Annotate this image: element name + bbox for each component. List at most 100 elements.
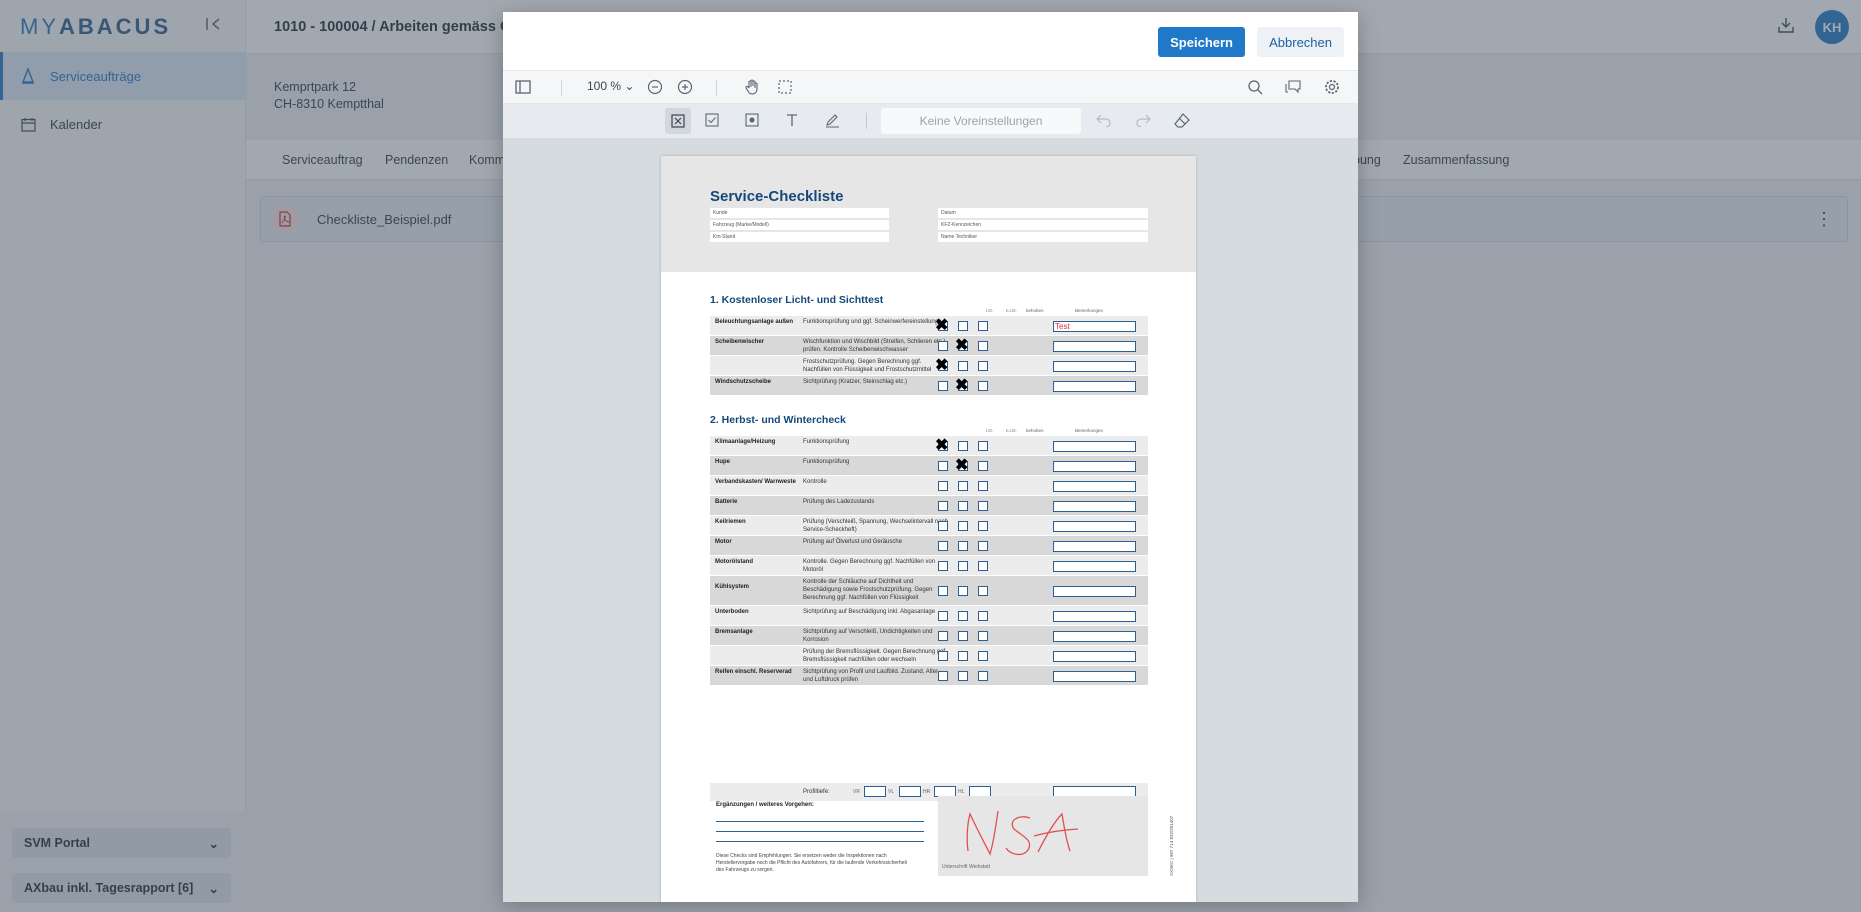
checkbox-behoben[interactable] — [978, 631, 988, 641]
row-description: Prüfung des Ladezustands — [803, 499, 875, 505]
checkbox-nio[interactable] — [958, 671, 968, 681]
eraser-icon[interactable] — [1174, 113, 1190, 128]
checkbox-io[interactable] — [938, 671, 948, 681]
x-checkbox-tool-icon[interactable] — [665, 108, 691, 134]
table-row: Beleuchtungsanlage außen Funktionsprüfung… — [710, 316, 1148, 335]
signature-pen-icon[interactable] — [825, 113, 840, 128]
remark-input[interactable] — [1053, 521, 1136, 532]
checkbox-io[interactable] — [938, 481, 948, 491]
remark-input[interactable] — [1053, 361, 1136, 372]
checkbox-io[interactable] — [938, 631, 948, 641]
checkbox-io[interactable] — [938, 611, 948, 621]
remark-input[interactable] — [1053, 541, 1136, 552]
field-datum[interactable]: Datum — [938, 208, 1148, 218]
checkbox-nio[interactable] — [958, 561, 968, 571]
field-kunde[interactable]: Kunde — [710, 208, 889, 218]
checkbox-io[interactable] — [938, 341, 948, 351]
checkbox-nio[interactable] — [958, 441, 968, 451]
zoom-in-icon[interactable] — [677, 79, 693, 95]
pdf-page[interactable]: Service-Checkliste Kunde Fahrzeug (Marke… — [661, 156, 1196, 902]
checkbox-behoben[interactable] — [978, 321, 988, 331]
checkbox-behoben[interactable] — [978, 341, 988, 351]
checkbox-behoben[interactable] — [978, 461, 988, 471]
checkbox-io[interactable] — [938, 381, 948, 391]
checkbox-nio[interactable] — [958, 481, 968, 491]
checkbox-behoben[interactable] — [978, 441, 988, 451]
cancel-button[interactable]: Abbrechen — [1257, 27, 1344, 57]
radio-tool-icon[interactable] — [745, 113, 759, 127]
remark-input[interactable] — [1053, 611, 1136, 622]
checkbox-io[interactable] — [938, 541, 948, 551]
checkbox-behoben[interactable] — [978, 611, 988, 621]
remark-input[interactable] — [1053, 341, 1136, 352]
field-km-stand[interactable]: Km-Stand — [710, 232, 889, 242]
search-icon[interactable] — [1247, 79, 1263, 95]
row-description: Funktionsprüfung und ggf. Scheinwerferei… — [803, 319, 939, 325]
field-fahrzeug[interactable]: Fahrzeug (Marke/Modell) — [710, 220, 889, 230]
undo-icon[interactable] — [1096, 113, 1112, 127]
checkbox-nio[interactable] — [958, 631, 968, 641]
checkbox-io[interactable] — [938, 651, 948, 661]
extras-line[interactable] — [716, 821, 924, 822]
pan-hand-icon[interactable] — [744, 79, 760, 95]
table-row: Keilriemen Prüfung (Verschleiß, Spannung,… — [710, 516, 1148, 535]
remark-input[interactable] — [1053, 671, 1136, 682]
remark-input[interactable] — [1053, 631, 1136, 642]
checkmark-tool-icon[interactable] — [705, 113, 719, 127]
preset-select[interactable]: Keine Voreinstellungen — [881, 108, 1081, 134]
remark-input[interactable] — [1053, 441, 1136, 452]
remark-input[interactable] — [1053, 586, 1136, 597]
remark-input[interactable] — [1053, 461, 1136, 472]
checkbox-nio[interactable] — [958, 611, 968, 621]
checkbox-behoben[interactable] — [978, 361, 988, 371]
redo-icon[interactable] — [1135, 113, 1151, 127]
remark-input[interactable] — [1053, 561, 1136, 572]
remark-input[interactable]: Test — [1053, 321, 1136, 332]
checkbox-behoben[interactable] — [978, 561, 988, 571]
checkbox-io[interactable] — [938, 521, 948, 531]
checkbox-behoben[interactable] — [978, 651, 988, 661]
col-head-io: i.O. — [986, 308, 994, 313]
gear-icon[interactable] — [1324, 79, 1340, 95]
x-mark-icon: ✖ — [955, 337, 969, 354]
checkbox-nio[interactable] — [958, 651, 968, 661]
save-button[interactable]: Speichern — [1158, 27, 1245, 57]
checkbox-behoben[interactable] — [978, 586, 988, 596]
checkbox-nio[interactable] — [958, 361, 968, 371]
remark-input[interactable] — [1053, 481, 1136, 492]
checkbox-io[interactable] — [938, 501, 948, 511]
remark-input[interactable] — [1053, 651, 1136, 662]
checkbox-behoben[interactable] — [978, 501, 988, 511]
remark-input[interactable] — [1053, 381, 1136, 392]
checkbox-nio[interactable] — [958, 541, 968, 551]
checkbox-io[interactable] — [938, 461, 948, 471]
profile-vr-input[interactable] — [864, 786, 886, 797]
extras-line[interactable] — [716, 831, 924, 832]
row-description: Frostschutzprüfung. Gegen Berechnung ggf… — [803, 359, 932, 373]
field-kfz[interactable]: KFZ-Kennzeichen — [938, 220, 1148, 230]
checkbox-nio[interactable] — [958, 501, 968, 511]
checkbox-nio[interactable] — [958, 521, 968, 531]
comments-icon[interactable] — [1285, 79, 1302, 95]
table-row: Scheibenwischer Wischfunktion und Wischbi… — [710, 336, 1148, 355]
checkbox-behoben[interactable] — [978, 521, 988, 531]
zoom-select[interactable]: 100 % ⌄ — [587, 79, 634, 93]
profile-vl-input[interactable] — [899, 786, 921, 797]
zoom-out-icon[interactable] — [647, 79, 663, 95]
checkbox-behoben[interactable] — [978, 541, 988, 551]
pdf-viewer[interactable]: Service-Checkliste Kunde Fahrzeug (Marke… — [503, 138, 1358, 902]
checkbox-io[interactable] — [938, 561, 948, 571]
signature-field[interactable]: Unterschrift Werkstatt — [938, 796, 1148, 876]
checkbox-nio[interactable] — [958, 321, 968, 331]
checkbox-behoben[interactable] — [978, 381, 988, 391]
extras-line[interactable] — [716, 841, 924, 842]
checkbox-behoben[interactable] — [978, 671, 988, 681]
checkbox-nio[interactable] — [958, 586, 968, 596]
checkbox-io[interactable] — [938, 586, 948, 596]
field-techniker[interactable]: Name Techniker — [938, 232, 1148, 242]
text-tool-icon[interactable] — [785, 113, 799, 127]
remark-input[interactable] — [1053, 501, 1136, 512]
select-area-icon[interactable] — [777, 79, 793, 95]
sidebar-toggle-icon[interactable] — [515, 79, 531, 95]
checkbox-behoben[interactable] — [978, 481, 988, 491]
